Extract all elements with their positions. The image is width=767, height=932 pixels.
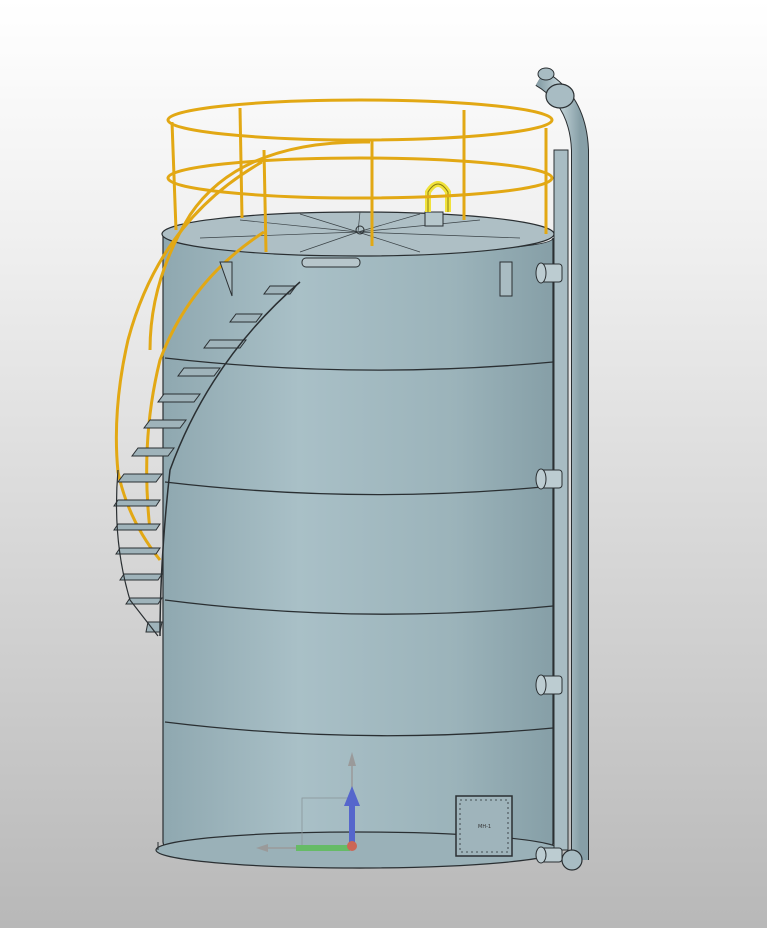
- stair-tread: [229, 313, 263, 323]
- stair-tread: [115, 547, 161, 555]
- stair-tread: [117, 473, 163, 483]
- roof-vent: [424, 211, 444, 227]
- nozzle: [535, 468, 563, 490]
- roof-hatch: [301, 257, 361, 268]
- stair-tread: [157, 393, 201, 403]
- manhole-plate: MH-1: [455, 795, 513, 857]
- y-axis: [296, 845, 350, 851]
- stair-tread: [113, 499, 161, 507]
- z-axis: [349, 800, 355, 846]
- tank-shell: [155, 231, 561, 869]
- stair-tread: [113, 523, 161, 531]
- gizmo-origin-icon: [347, 841, 357, 851]
- nozzle: [535, 846, 563, 864]
- nozzle: [535, 674, 563, 696]
- cad-viewport[interactable]: MH-1: [0, 0, 767, 928]
- nozzle: [535, 262, 563, 284]
- stair-tread: [177, 367, 221, 377]
- stair-tread: [131, 447, 175, 457]
- manhole-plate-label: MH-1: [478, 824, 491, 830]
- stair-tread: [119, 573, 163, 581]
- stair-tread: [143, 419, 187, 429]
